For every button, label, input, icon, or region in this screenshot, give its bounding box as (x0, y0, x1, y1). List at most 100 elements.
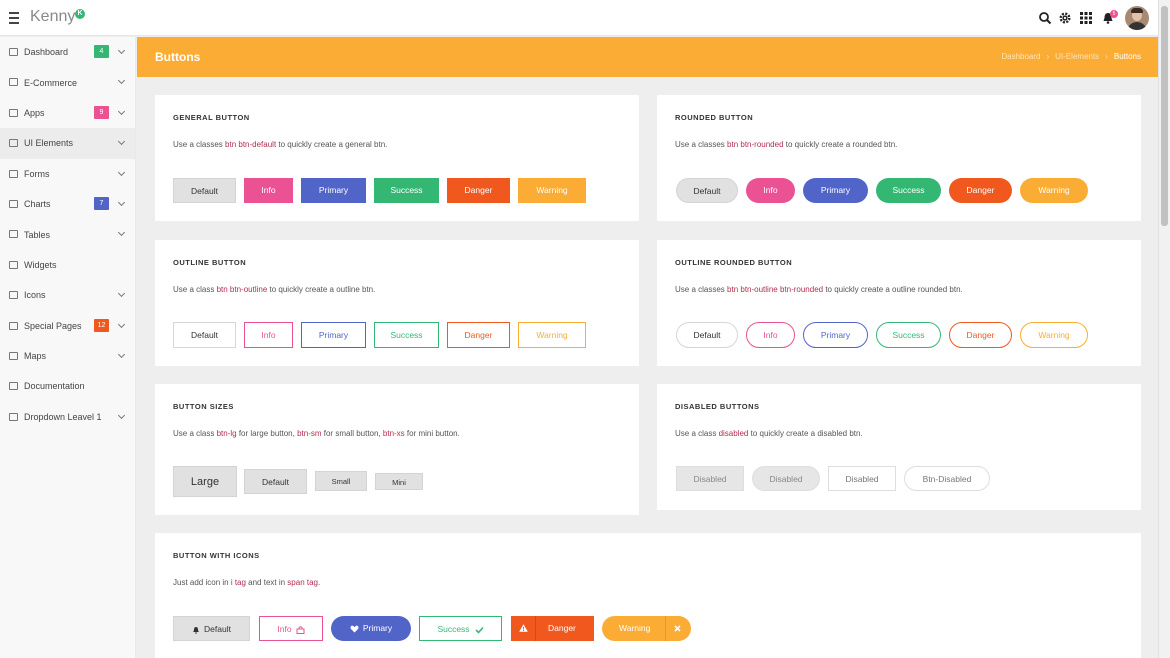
search-icon[interactable] (1038, 11, 1052, 25)
chevron-down-icon[interactable] (117, 229, 126, 237)
danger-outline-rounded-button[interactable]: Danger (949, 322, 1012, 348)
sidebar-item-label: UI Elements (24, 138, 74, 149)
info-outline-button[interactable]: Info (244, 322, 293, 348)
chevron-down-icon[interactable] (117, 77, 126, 85)
check-icon (474, 626, 484, 634)
disabled-button: Disabled (676, 466, 744, 491)
small-button[interactable]: Small (315, 471, 367, 491)
danger-outline-button[interactable]: Danger (447, 322, 510, 348)
page-header: Buttons Dashboard › UI-Elements › Button… (137, 37, 1158, 77)
success-button[interactable]: Success (374, 178, 439, 203)
danger-button[interactable]: Danger (447, 178, 510, 203)
disabled-rounded-button: Disabled (752, 466, 820, 491)
danger-icon-button[interactable]: Danger (511, 616, 594, 641)
list-icon (9, 230, 18, 239)
sidebar-item-label: Apps (24, 107, 45, 118)
card-title: BUTTON WITH ICONS (173, 551, 260, 560)
chevron-down-icon[interactable] (117, 290, 126, 298)
sidebar-item-charts[interactable]: Charts 7 (0, 189, 135, 219)
sidebar-item-label: Forms (24, 168, 50, 179)
sidebar-item-dropdown-leavel-1[interactable]: Dropdown Leavel 1 (0, 402, 135, 432)
dashboard-icon (9, 48, 18, 56)
warning-outline-rounded-button[interactable]: Warning (1020, 322, 1088, 348)
card-title: OUTLINE ROUNDED BUTTON (675, 258, 793, 267)
chevron-down-icon[interactable] (117, 320, 126, 328)
chevron-down-icon[interactable] (117, 411, 126, 419)
warning-outline-button[interactable]: Warning (518, 322, 586, 348)
page-scrollbar[interactable] (1158, 0, 1170, 658)
sidebar-item-widgets[interactable]: Widgets (0, 250, 135, 280)
bell-icon (193, 626, 199, 634)
default-size-button[interactable]: Default (244, 469, 307, 494)
breadcrumb-ui-elements[interactable]: UI-Elements (1055, 52, 1099, 61)
sidebar-item-e-commerce[interactable]: E-Commerce (0, 67, 135, 97)
dropdown-icon (9, 412, 18, 421)
danger-rounded-button[interactable]: Danger (949, 178, 1012, 203)
heart-icon (350, 625, 359, 633)
grid-icon[interactable] (1079, 11, 1093, 25)
sidebar-item-label: Dropdown Leavel 1 (24, 411, 102, 422)
warning-rounded-button[interactable]: Warning (1020, 178, 1088, 203)
card-description: Just add icon in i tag and text in span … (173, 578, 321, 587)
outline-rounded-button-card: OUTLINE ROUNDED BUTTON Use a classes btn… (657, 240, 1141, 366)
sidebar-item-apps[interactable]: Apps 9 (0, 98, 135, 128)
warning-icon-button[interactable]: Warning (602, 616, 691, 641)
page-title: Buttons (155, 50, 201, 64)
warning-icon (519, 624, 528, 632)
default-outline-button[interactable]: Default (173, 322, 236, 348)
sidebar-item-label: Dashboard (24, 47, 69, 58)
success-outline-rounded-button[interactable]: Success (876, 322, 941, 348)
app-logo[interactable]: Kenny (30, 8, 75, 26)
gear-icon[interactable] (1058, 11, 1072, 25)
button-label: Info (277, 624, 292, 634)
button-label: Primary (362, 623, 393, 633)
primary-outline-button[interactable]: Primary (301, 322, 366, 348)
info-rounded-button[interactable]: Info (746, 178, 795, 203)
sidebar-item-ui-elements[interactable]: UI Elements (0, 128, 135, 159)
large-button[interactable]: Large (173, 466, 237, 497)
button-label: Danger (548, 623, 576, 633)
sidebar-badge: 7 (94, 196, 109, 210)
layers-icon (9, 321, 18, 330)
scrollbar-thumb[interactable] (1161, 6, 1168, 226)
primary-button[interactable]: Primary (301, 178, 366, 203)
sidebar-item-tables[interactable]: Tables (0, 219, 135, 249)
card-title: OUTLINE BUTTON (173, 258, 247, 267)
sidebar-item-forms[interactable]: Forms (0, 159, 135, 189)
default-rounded-button[interactable]: Default (676, 178, 738, 203)
button-label: Success (437, 624, 470, 634)
primary-rounded-button[interactable]: Primary (803, 178, 868, 203)
success-icon-button[interactable]: Success (419, 616, 502, 641)
chevron-down-icon[interactable] (117, 168, 126, 176)
chevron-down-icon[interactable] (117, 46, 126, 55)
info-icon-button[interactable]: Info (259, 616, 323, 641)
mini-button[interactable]: Mini (375, 473, 423, 490)
avatar[interactable] (1125, 6, 1149, 30)
breadcrumb-dashboard[interactable]: Dashboard (1001, 52, 1040, 61)
sidebar-item-dashboard[interactable]: Dashboard 4 (0, 37, 135, 67)
sidebar-item-documentation[interactable]: Documentation (0, 371, 135, 401)
warning-button[interactable]: Warning (518, 178, 586, 203)
sidebar-item-maps[interactable]: Maps (0, 341, 135, 371)
default-outline-rounded-button[interactable]: Default (676, 322, 738, 348)
primary-outline-rounded-button[interactable]: Primary (803, 322, 868, 348)
primary-icon-button[interactable]: Primary (331, 616, 411, 641)
card-description: Use a class disabled to quickly create a… (675, 429, 863, 438)
top-bar: Kenny K 5 (0, 0, 1158, 36)
success-outline-button[interactable]: Success (374, 322, 439, 348)
sidebar-item-icons[interactable]: Icons (0, 280, 135, 310)
card-description: Use a classes btn btn-rounded to quickly… (675, 140, 898, 149)
sidebar-item-label: Special Pages (24, 320, 82, 331)
menu-icon[interactable] (9, 11, 19, 25)
sidebar-badge: 12 (94, 318, 109, 332)
sidebar-item-special-pages[interactable]: Special Pages 12 (0, 311, 135, 341)
info-button[interactable]: Info (244, 178, 293, 203)
default-button[interactable]: Default (173, 178, 236, 203)
chevron-down-icon[interactable] (117, 198, 126, 206)
success-rounded-button[interactable]: Success (876, 178, 941, 203)
chevron-down-icon[interactable] (117, 350, 126, 358)
chevron-down-icon[interactable] (117, 138, 126, 146)
chevron-down-icon[interactable] (117, 107, 126, 115)
info-outline-rounded-button[interactable]: Info (746, 322, 795, 348)
default-icon-button[interactable]: Default (173, 616, 250, 641)
